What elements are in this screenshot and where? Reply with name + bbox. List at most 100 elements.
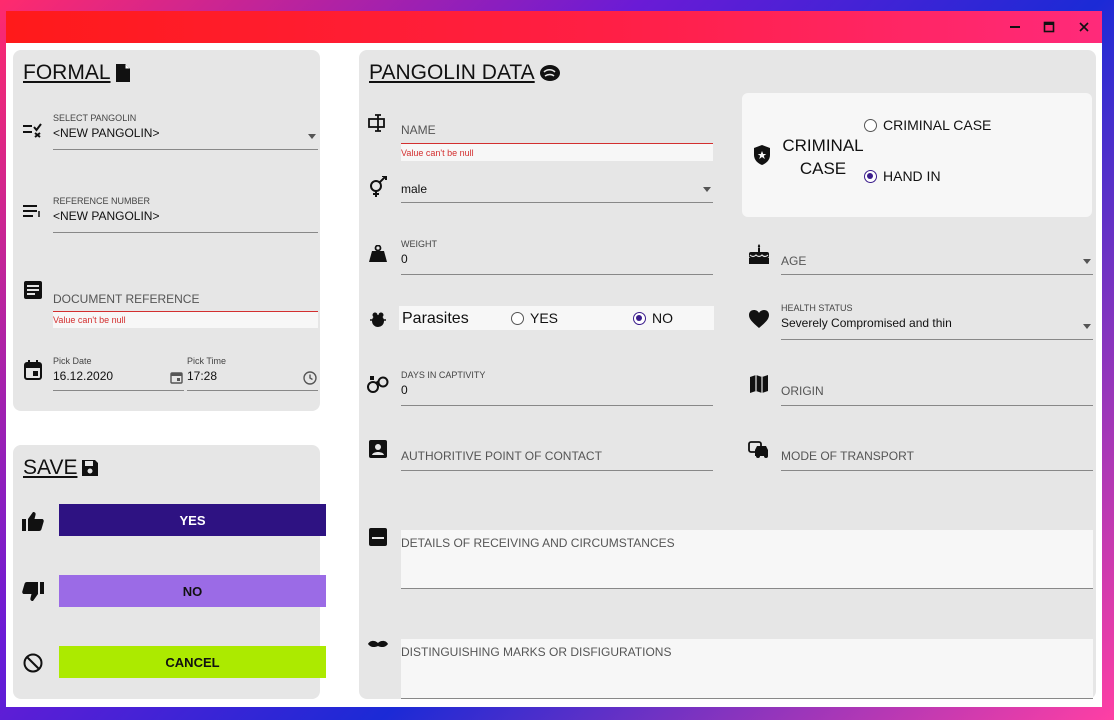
chevron-down-icon: [308, 134, 316, 139]
chevron-down-icon: [703, 187, 711, 192]
select-pangolin-value: <NEW PANGOLIN>: [53, 126, 160, 140]
reference-number-label: REFERENCE NUMBER: [53, 196, 151, 206]
days-in-captivity-field[interactable]: DAYS IN CAPTIVITY 0: [401, 370, 713, 406]
marks-placeholder: DISTINGUISHING MARKS OR DISFIGURATIONS: [401, 645, 672, 659]
document-reference-placeholder: DOCUMENT REFERENCE: [53, 292, 200, 306]
heart-icon: [747, 307, 771, 331]
checklist-icon: [22, 119, 44, 141]
app-window: FORMAL SELECT PANGOLIN <NEW PANGOLIN> RE…: [6, 11, 1102, 707]
chevron-down-icon: [1083, 259, 1091, 264]
save-title-text: SAVE: [23, 456, 78, 479]
weight-value: 0: [401, 252, 408, 266]
handcuffs-icon: [367, 373, 389, 395]
maximize-button[interactable]: [1032, 11, 1066, 43]
days-in-captivity-value: 0: [401, 383, 408, 397]
yes-button[interactable]: YES: [59, 504, 326, 536]
age-placeholder: AGE: [781, 254, 807, 268]
sex-dropdown[interactable]: male: [401, 180, 713, 203]
parasites-no-label: NO: [652, 310, 673, 326]
days-in-captivity-label: DAYS IN CAPTIVITY: [401, 370, 486, 380]
criminal-case-radio[interactable]: CRIMINAL CASE: [864, 117, 991, 133]
details-textarea[interactable]: DETAILS OF RECEIVING AND CIRCUMSTANCES: [401, 530, 1093, 589]
pick-time-value: 17:28: [187, 369, 218, 383]
thumbs-down-icon: [21, 580, 45, 604]
bug-icon: [367, 309, 389, 331]
weight-field[interactable]: WEIGHT 0: [401, 239, 713, 275]
clock-icon[interactable]: [303, 371, 317, 390]
weight-label: WEIGHT: [401, 239, 437, 249]
document-icon: [115, 64, 130, 82]
no-button[interactable]: NO: [59, 575, 326, 607]
name-error-box: Value can't be null: [401, 143, 713, 161]
radio-checked-icon[interactable]: [633, 311, 646, 325]
pangolin-data-title-text: PANGOLIN DATA: [369, 61, 535, 84]
car-icon: [747, 438, 771, 462]
criminal-case-option-label: CRIMINAL CASE: [883, 117, 992, 133]
gender-icon: [367, 176, 389, 198]
minimize-icon: [1010, 26, 1020, 28]
criminal-case-label-line2: CASE: [799, 159, 847, 178]
point-of-contact-field[interactable]: AUTHORITIVE POINT OF CONTACT: [401, 449, 713, 471]
age-dropdown[interactable]: AGE: [781, 252, 1093, 275]
health-status-value: Severely Compromised and thin: [781, 316, 952, 330]
origin-field[interactable]: ORIGIN: [781, 384, 1093, 406]
radio-unchecked-icon[interactable]: [864, 118, 877, 132]
police-badge-icon: [750, 143, 774, 167]
health-status-label: HEALTH STATUS: [781, 303, 853, 313]
marks-textarea[interactable]: DISTINGUISHING MARKS OR DISFIGURATIONS: [401, 639, 1093, 699]
title-bar[interactable]: [6, 11, 1102, 43]
reference-number-field[interactable]: REFERENCE NUMBER <NEW PANGOLIN>: [53, 196, 318, 233]
close-icon: [1079, 22, 1089, 32]
hand-in-radio[interactable]: HAND IN: [864, 168, 941, 184]
thumbs-up-icon: [21, 509, 45, 533]
close-button[interactable]: [1067, 11, 1101, 43]
map-icon: [747, 372, 771, 396]
radio-unchecked-icon[interactable]: [511, 311, 524, 325]
pick-date-label: Pick Date: [53, 356, 92, 366]
weight-icon: [367, 243, 389, 265]
list-number-icon: [22, 200, 44, 222]
pangolin-data-panel: PANGOLIN DATA NAME Value can't be null m…: [359, 50, 1096, 699]
pangolin-icon: [539, 65, 560, 81]
mode-of-transport-placeholder: MODE OF TRANSPORT: [781, 449, 914, 463]
cancel-icon: [21, 651, 45, 675]
pick-time-label: Pick Time: [187, 356, 227, 366]
save-title: SAVE: [23, 456, 99, 480]
parasites-yes-radio[interactable]: YES: [511, 310, 558, 326]
maximize-icon: [1043, 21, 1055, 33]
cake-icon: [747, 242, 771, 266]
document-reference-error: Value can't be null: [53, 315, 126, 325]
document-reference-error-box: Value can't be null: [53, 311, 318, 328]
reference-number-value: <NEW PANGOLIN>: [53, 209, 160, 223]
parasites-label: Parasites: [402, 310, 469, 327]
calendar-picker-icon[interactable]: [170, 371, 183, 389]
cancel-button[interactable]: CANCEL: [59, 646, 326, 678]
formal-panel: FORMAL SELECT PANGOLIN <NEW PANGOLIN> RE…: [13, 50, 320, 411]
formal-title-text: FORMAL: [23, 61, 111, 84]
health-status-dropdown[interactable]: HEALTH STATUS Severely Compromised and t…: [781, 303, 1093, 340]
pick-time-field[interactable]: Pick Time 17:28: [187, 356, 318, 391]
name-placeholder: NAME: [401, 123, 436, 137]
pick-date-field[interactable]: Pick Date 16.12.2020: [53, 356, 184, 391]
criminal-case-label: CRIMINAL CASE: [778, 134, 868, 180]
name-field[interactable]: NAME Value can't be null: [401, 123, 713, 161]
select-pangolin-dropdown[interactable]: SELECT PANGOLIN <NEW PANGOLIN>: [53, 113, 318, 150]
parasites-group: Parasites YES NO: [399, 306, 714, 330]
document-reference-field[interactable]: DOCUMENT REFERENCE Value can't be null: [53, 290, 318, 328]
criminal-case-label-line1: CRIMINAL: [782, 136, 864, 155]
name-error: Value can't be null: [401, 148, 474, 158]
radio-checked-icon[interactable]: [864, 169, 877, 183]
details-placeholder: DETAILS OF RECEIVING AND CIRCUMSTANCES: [401, 536, 675, 550]
parasites-no-radio[interactable]: NO: [633, 310, 673, 326]
formal-title: FORMAL: [23, 61, 131, 85]
hand-in-option-label: HAND IN: [883, 168, 941, 184]
inbox-icon: [367, 526, 389, 548]
notes-icon: [22, 279, 44, 301]
name-tag-icon: [367, 112, 389, 134]
point-of-contact-placeholder: AUTHORITIVE POINT OF CONTACT: [401, 449, 602, 463]
mode-of-transport-field[interactable]: MODE OF TRANSPORT: [781, 449, 1093, 471]
minimize-button[interactable]: [998, 11, 1032, 43]
criminal-case-card: CRIMINAL CASE CRIMINAL CASE HAND IN: [742, 93, 1092, 217]
select-pangolin-label: SELECT PANGOLIN: [53, 113, 137, 123]
origin-placeholder: ORIGIN: [781, 384, 824, 398]
